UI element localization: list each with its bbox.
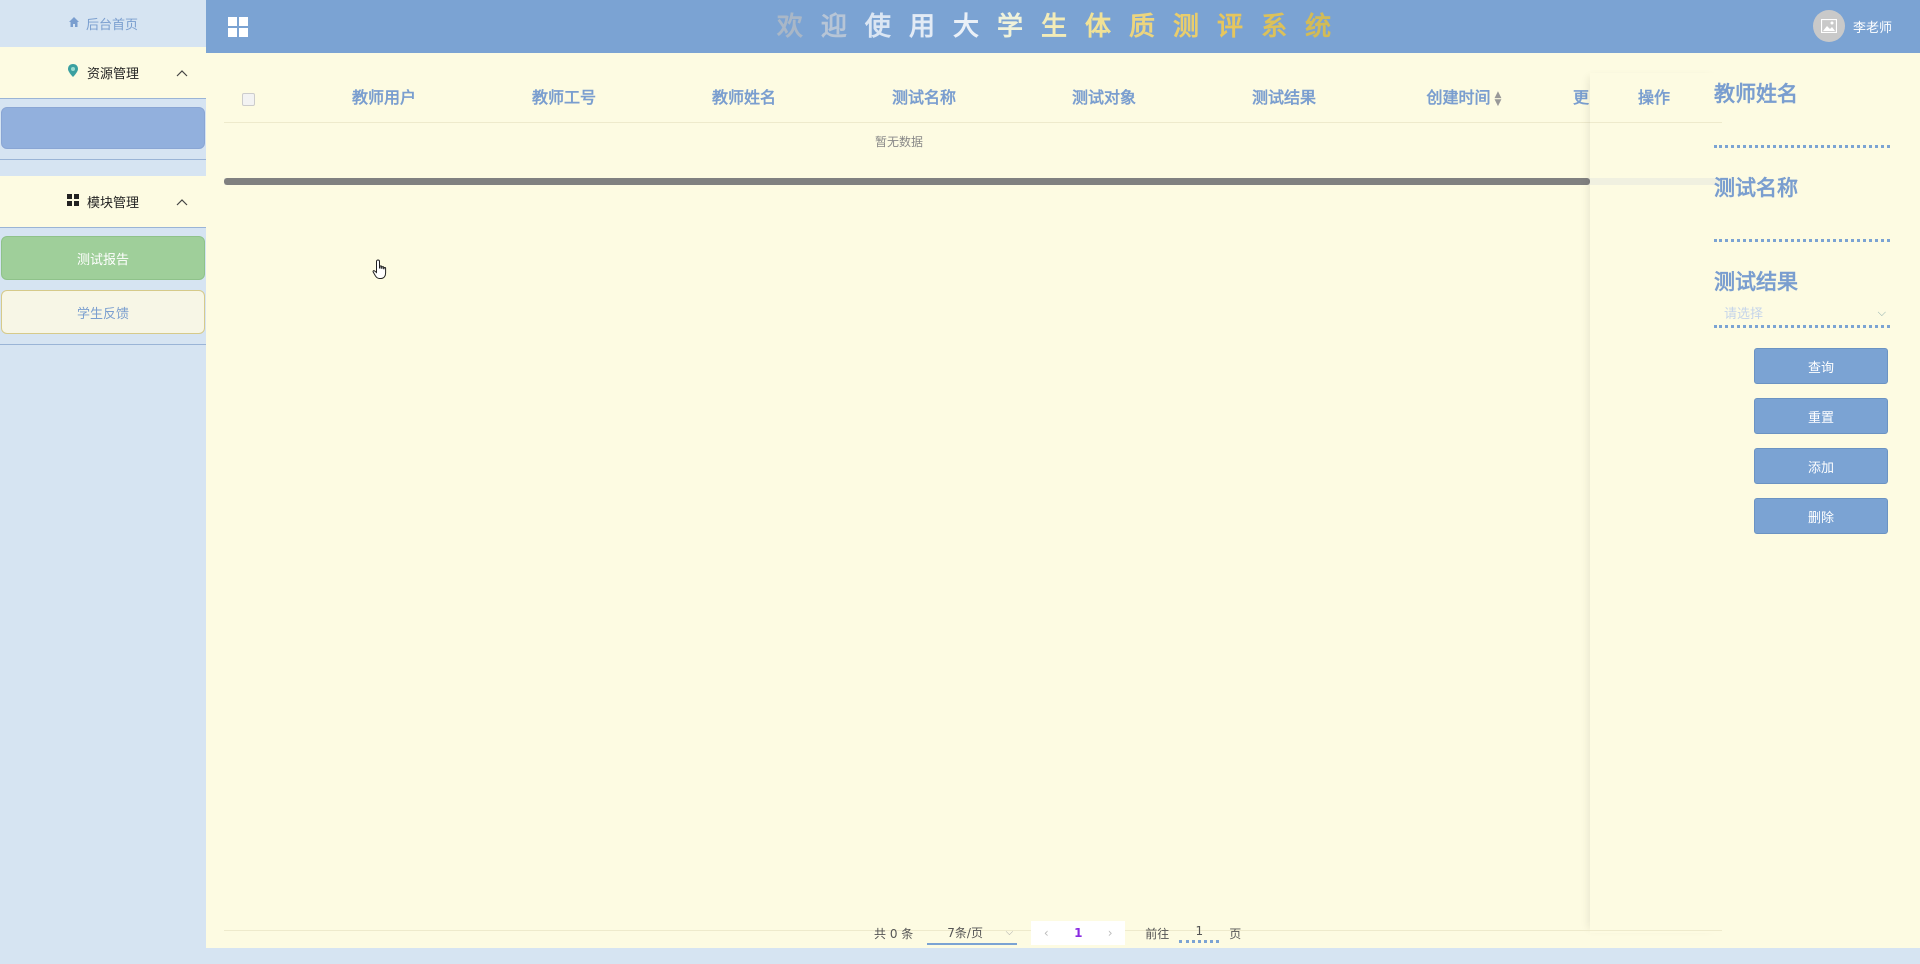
prev-page-icon[interactable]: ‹ xyxy=(1044,926,1049,940)
chevron-up-icon xyxy=(176,66,188,80)
sidebar-item-test-report[interactable]: 测试报告 xyxy=(1,236,205,280)
page-size-select[interactable]: 7条/页 ⌵ xyxy=(927,921,1018,945)
goto-label: 前往 xyxy=(1145,926,1170,941)
test-name-label: 测试名称 xyxy=(1714,176,1798,200)
sort-icon[interactable]: ▲ ▼ xyxy=(1495,90,1502,107)
column-test-result: 测试结果 xyxy=(1251,88,1316,107)
sidebar: 后台首页 资源管理 模块管理 测试报告 学生反馈 xyxy=(0,0,206,964)
top-header: 欢迎使用大学生体质测评系统 李老师 xyxy=(206,0,1920,53)
title-char: 测 xyxy=(1173,12,1218,42)
title-char: 使 xyxy=(864,12,909,42)
grid-icon xyxy=(66,193,79,210)
title-char: 质 xyxy=(1129,12,1174,42)
title-char: 欢 xyxy=(776,12,821,42)
hand-cursor-icon xyxy=(372,259,390,287)
title-char: 学 xyxy=(996,12,1041,42)
test-result-label: 测试结果 xyxy=(1714,270,1798,294)
pagination-total: 共 0 条 xyxy=(874,926,914,941)
column-teacher-name: 教师姓名 xyxy=(711,88,776,107)
delete-button[interactable]: 删除 xyxy=(1754,498,1888,534)
user-menu[interactable]: 李老师 xyxy=(1812,10,1892,42)
avatar[interactable] xyxy=(1812,10,1845,42)
goto-page-input[interactable]: 1 xyxy=(1179,924,1220,943)
chevron-down-icon: ⌵ xyxy=(1005,926,1014,938)
fixed-column-shadow xyxy=(1590,73,1722,933)
goto-suffix: 页 xyxy=(1229,926,1242,941)
chevron-up-icon xyxy=(176,195,188,209)
sidebar-group-modules[interactable]: 模块管理 xyxy=(0,176,206,228)
current-page[interactable]: 1 xyxy=(1074,926,1082,940)
sidebar-group-resources[interactable]: 资源管理 xyxy=(0,47,206,99)
title-char: 体 xyxy=(1085,12,1130,42)
column-test-name: 测试名称 xyxy=(891,88,956,107)
map-pin-icon xyxy=(67,63,79,82)
title-char: 迎 xyxy=(820,12,865,42)
sidebar-group-label: 模块管理 xyxy=(86,196,139,211)
title-char: 用 xyxy=(908,12,953,42)
column-teacher-user: 教师用户 xyxy=(351,88,416,107)
module-submenu: 测试报告 学生反馈 xyxy=(0,228,206,345)
page-navigator: ‹ 1 › xyxy=(1031,921,1126,945)
sidebar-item-student-feedback[interactable]: 学生反馈 xyxy=(1,290,205,334)
home-icon xyxy=(68,16,80,32)
horizontal-scrollbar-thumb[interactable] xyxy=(224,178,1590,185)
pagination: 共 0 条 7条/页 ⌵ ‹ 1 › 前往 1 页 xyxy=(874,921,1241,945)
user-name[interactable]: 李老师 xyxy=(1853,17,1892,36)
title-char: 评 xyxy=(1217,12,1262,42)
column-more: 更 xyxy=(1572,88,1589,107)
title-char: 统 xyxy=(1305,12,1350,42)
select-all-checkbox[interactable] xyxy=(242,93,255,106)
main-content: 教师用户 教师工号 教师姓名 测试名称 测试对象 测试结果 创建时间 ▲ ▼ 更 操… xyxy=(206,53,1920,948)
title-char: 系 xyxy=(1261,12,1306,42)
sidebar-item-resource[interactable] xyxy=(1,107,205,149)
chevron-down-icon: ⌵ xyxy=(1877,305,1886,319)
title-char: 大 xyxy=(952,12,997,42)
empty-text: 暂无数据 xyxy=(874,135,923,149)
sidebar-home[interactable]: 后台首页 xyxy=(0,0,206,47)
column-test-target: 测试对象 xyxy=(1071,88,1136,107)
teacher-name-label: 教师姓名 xyxy=(1714,82,1798,106)
data-table: 教师用户 教师工号 教师姓名 测试名称 测试对象 测试结果 创建时间 ▲ ▼ 更 操… xyxy=(224,73,1722,933)
page-jump: 前往 1 页 xyxy=(1145,924,1241,943)
title-char: 生 xyxy=(1040,12,1085,42)
column-teacher-id: 教师工号 xyxy=(531,88,596,107)
query-button[interactable]: 查询 xyxy=(1754,348,1888,384)
column-created-time[interactable]: 创建时间 ▲ ▼ xyxy=(1394,73,1534,123)
sidebar-home-label: 后台首页 xyxy=(85,18,138,33)
next-page-icon[interactable]: › xyxy=(1108,926,1113,940)
search-panel: 教师姓名 测试名称 测试结果 请选择 ⌵ 查询 重置 添加 删除 xyxy=(1714,78,1890,548)
table-header: 教师用户 教师工号 教师姓名 测试名称 测试对象 测试结果 创建时间 ▲ ▼ 更 操… xyxy=(224,73,1722,123)
sidebar-divider xyxy=(0,160,206,176)
test-name-input[interactable] xyxy=(1714,202,1890,242)
test-result-select[interactable]: 请选择 ⌵ xyxy=(1714,300,1890,328)
teacher-name-input[interactable] xyxy=(1714,108,1890,148)
resource-submenu xyxy=(0,99,206,160)
add-button[interactable]: 添加 xyxy=(1754,448,1888,484)
reset-button[interactable]: 重置 xyxy=(1754,398,1888,434)
page-title: 欢迎使用大学生体质测评系统 xyxy=(206,6,1920,43)
sidebar-group-label: 资源管理 xyxy=(86,67,139,82)
